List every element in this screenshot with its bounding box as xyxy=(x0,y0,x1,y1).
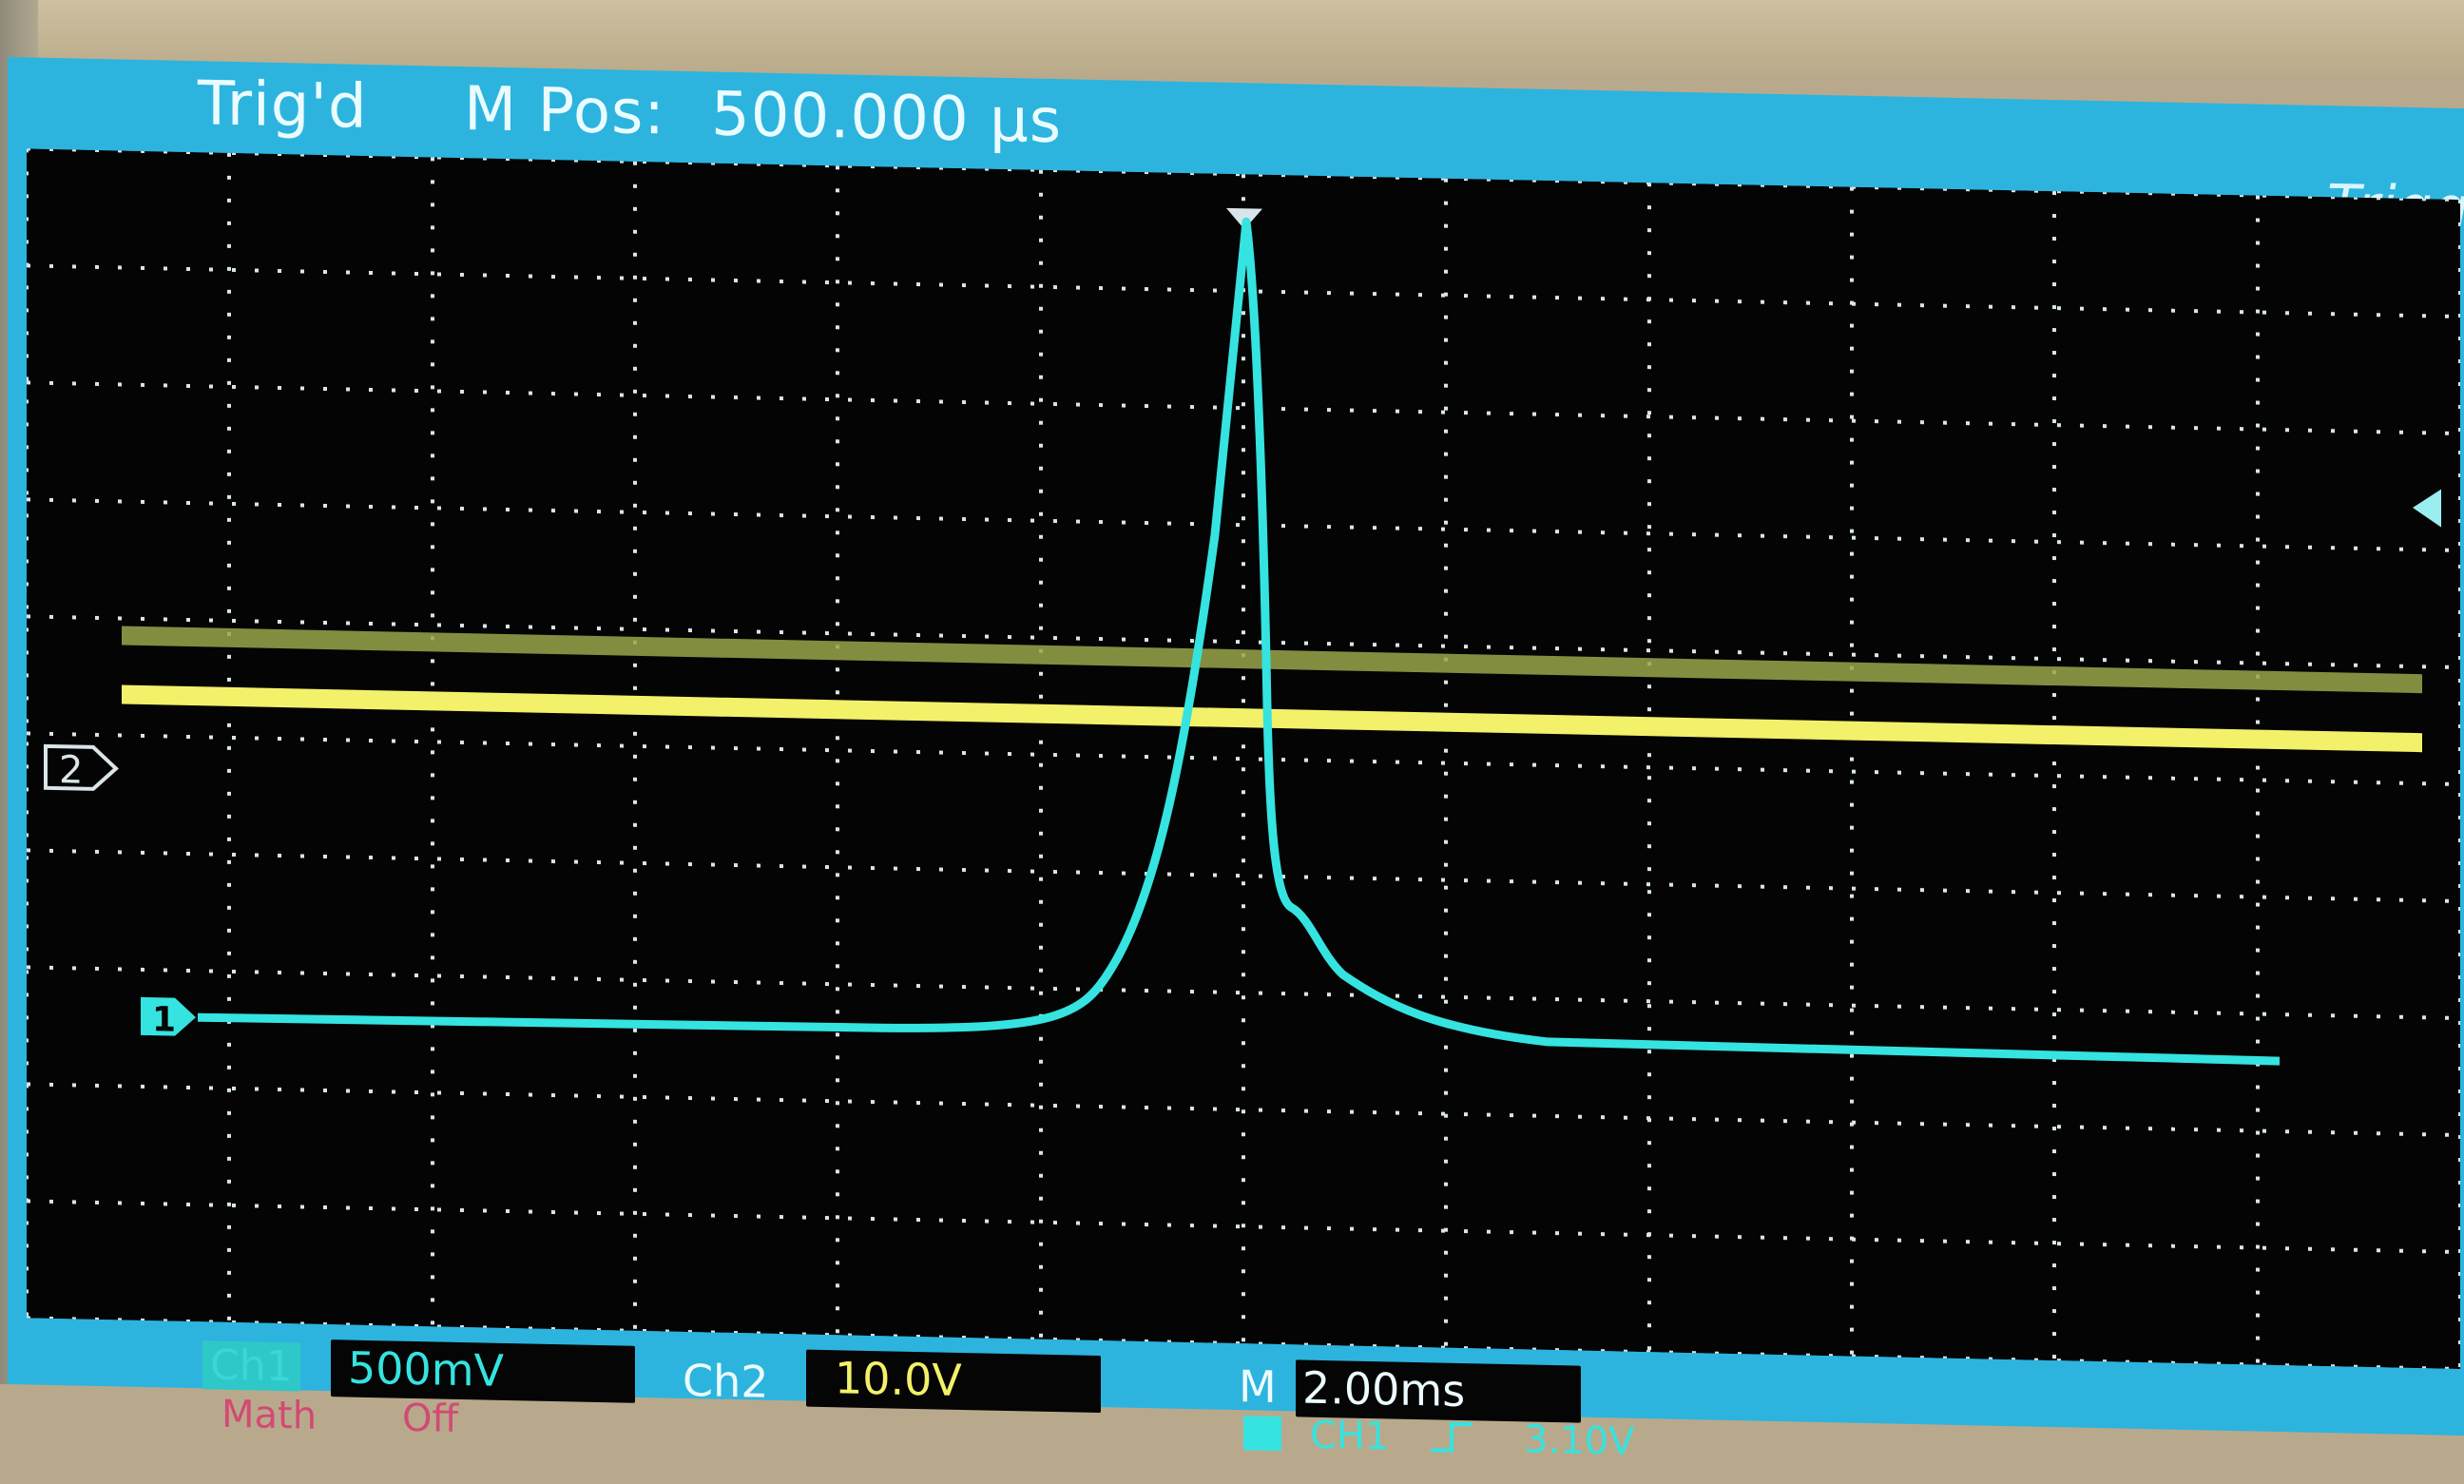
ch2-ground-label: 2 xyxy=(59,748,83,793)
ch2-label[interactable]: Ch2 xyxy=(683,1355,769,1408)
waveform-display: 2 1 xyxy=(27,148,2460,1370)
trigger-source-icon xyxy=(1243,1416,1281,1452)
timebase-value[interactable]: 2.00ms xyxy=(1302,1362,1465,1417)
oscilloscope-screen: Trig'd M Pos: 500.000 μs Trigge 2 1 Ch1 … xyxy=(8,57,2464,1464)
math-label: Math xyxy=(221,1392,318,1438)
trigger-state: Trig'd xyxy=(198,68,368,143)
ch1-label-badge[interactable]: Ch1 xyxy=(202,1340,300,1392)
trigger-source: CH1 xyxy=(1310,1413,1390,1459)
timebase-label: M xyxy=(1239,1360,1277,1413)
ch1-ground-label: 1 xyxy=(152,1000,176,1040)
math-state: Off xyxy=(402,1396,459,1441)
rising-edge-icon xyxy=(1431,1421,1473,1453)
m-pos-value: 500.000 μs xyxy=(711,79,1063,158)
ch2-scale[interactable]: 10.0V xyxy=(835,1352,962,1406)
graticule-background xyxy=(27,148,2460,1370)
trigger-level: 3.10V xyxy=(1524,1417,1635,1464)
m-pos-label: M Pos: xyxy=(464,74,665,149)
ch1-scale[interactable]: 500mV xyxy=(348,1341,504,1396)
